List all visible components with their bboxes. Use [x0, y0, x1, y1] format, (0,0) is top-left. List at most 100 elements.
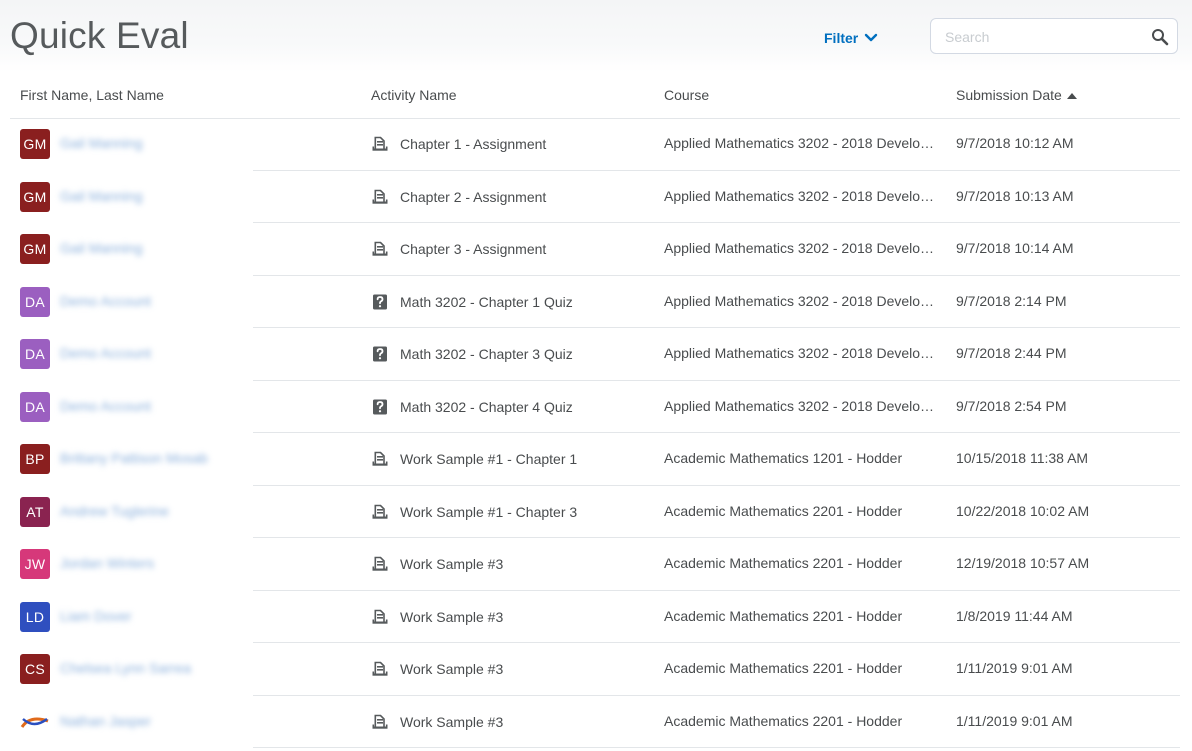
student-name-link[interactable]: Demo Account: [60, 398, 151, 414]
activity-name[interactable]: Work Sample #3: [400, 714, 503, 730]
assignment-icon: [371, 188, 389, 206]
submission-date: 12/19/2018 10:57 AM: [956, 555, 1090, 571]
column-header-name[interactable]: First Name, Last Name: [20, 87, 164, 103]
activity-name[interactable]: Chapter 2 - Assignment: [400, 189, 546, 205]
student-name-link[interactable]: Liam Dover: [60, 608, 132, 624]
table-header: First Name, Last Name Activity Name Cour…: [10, 80, 1180, 119]
column-header-submission-date[interactable]: Submission Date: [956, 87, 1077, 103]
student-name-link[interactable]: Gail Manning: [60, 240, 143, 256]
avatar-logo-image: [20, 706, 50, 737]
column-header-date-label: Submission Date: [956, 87, 1062, 103]
quiz-icon: [371, 293, 389, 311]
table-row[interactable]: GM Gail Manning Chapter 1 - Assignment Appl…: [10, 118, 1180, 171]
table-row[interactable]: JW Jordan Winters Work Sample #3 Academic M…: [10, 538, 1180, 591]
chevron-down-icon: [865, 33, 878, 42]
avatar: LD: [20, 601, 50, 632]
course-name: Applied Mathematics 3202 - 2018 Developm…: [664, 292, 939, 309]
sort-ascending-icon: [1066, 92, 1077, 99]
assignment-icon: [371, 660, 389, 678]
avatar: DA: [20, 339, 50, 369]
student-name-link[interactable]: Demo Account: [60, 293, 151, 309]
student-name-link[interactable]: Jordan Winters: [60, 555, 154, 571]
table-row[interactable]: GM Gail Manning Chapter 3 - Assignment Appl…: [10, 223, 1180, 276]
avatar: DA: [20, 286, 50, 317]
student-name-link[interactable]: Gail Manning: [60, 135, 143, 151]
course-name: Academic Mathematics 2201 - Hodder: [664, 607, 903, 624]
activity-name[interactable]: Work Sample #3: [400, 661, 503, 677]
course-name: Academic Mathematics 2201 - Hodder: [664, 660, 903, 676]
activity-name[interactable]: Math 3202 - Chapter 1 Quiz: [400, 294, 573, 310]
avatar: DA: [20, 391, 50, 422]
avatar: BP: [20, 444, 50, 474]
table-row[interactable]: Nathan Jasper Work Sample #3 Academic Math…: [10, 696, 1180, 749]
assignment-icon: [371, 450, 389, 468]
search-input[interactable]: [943, 19, 1147, 55]
avatar: GM: [20, 234, 50, 264]
course-name: Academic Mathematics 2201 - Hodder: [664, 555, 903, 571]
quiz-icon: [371, 398, 389, 416]
submission-date: 9/7/2018 2:14 PM: [956, 292, 1067, 309]
table-row[interactable]: DA Demo Account Math 3202 - Chapter 4 Quiz…: [10, 381, 1180, 434]
page-header: Quick Eval Filter: [0, 0, 1192, 72]
course-name: Applied Mathematics 3202 - 2018 Developm…: [664, 135, 939, 151]
activity-name[interactable]: Work Sample #3: [400, 609, 503, 625]
table-row[interactable]: CS Chelsea Lynn Sarrea Work Sample #3 Acade…: [10, 643, 1180, 696]
submission-date: 9/7/2018 2:54 PM: [956, 397, 1067, 414]
table-row[interactable]: GM Gail Manning Chapter 2 - Assignment Appl…: [10, 171, 1180, 224]
submission-date: 10/22/2018 10:02 AM: [956, 502, 1090, 519]
activity-name[interactable]: Math 3202 - Chapter 3 Quiz: [400, 346, 573, 362]
avatar: CS: [20, 654, 50, 684]
search-icon[interactable]: [1151, 28, 1169, 46]
student-name-link[interactable]: Andrew Tuglerine: [60, 503, 169, 519]
submission-date: 9/7/2018 2:44 PM: [956, 345, 1067, 361]
submission-date: 9/7/2018 10:14 AM: [956, 240, 1074, 256]
course-name: Academic Mathematics 2201 - Hodder: [664, 502, 903, 519]
table-row[interactable]: LD Liam Dover Work Sample #3 Academic Mathe…: [10, 591, 1180, 644]
avatar: GM: [20, 181, 50, 212]
table-row[interactable]: DA Demo Account Math 3202 - Chapter 1 Quiz…: [10, 276, 1180, 329]
student-name-link[interactable]: Brittany Pattison Mosab: [60, 450, 208, 466]
assignment-icon: [371, 555, 389, 573]
submission-date: 9/7/2018 10:13 AM: [956, 187, 1074, 204]
student-name-link[interactable]: Nathan Jasper: [60, 713, 151, 729]
submissions-list: GM Gail Manning Chapter 1 - Assignment Appl…: [10, 118, 1180, 748]
student-name-link[interactable]: Chelsea Lynn Sarrea: [60, 660, 191, 676]
submission-date: 1/11/2019 9:01 AM: [956, 712, 1073, 729]
table-row[interactable]: AT Andrew Tuglerine Work Sample #1 - Chapt…: [10, 486, 1180, 539]
avatar: JW: [20, 549, 50, 579]
submission-date: 1/11/2019 9:01 AM: [956, 660, 1073, 676]
filter-label: Filter: [824, 30, 859, 46]
assignment-icon: [371, 713, 389, 731]
submission-date: 1/8/2019 11:44 AM: [956, 607, 1073, 624]
course-name: Academic Mathematics 1201 - Hodder: [664, 450, 903, 466]
course-name: Applied Mathematics 3202 - 2018 Developm…: [664, 345, 939, 361]
course-name: Applied Mathematics 3202 - 2018 Developm…: [664, 397, 939, 414]
student-name-link[interactable]: Demo Account: [60, 345, 151, 361]
page-title: Quick Eval: [10, 15, 189, 56]
assignment-icon: [371, 135, 389, 153]
table-row[interactable]: BP Brittany Pattison Mosab Work Sample #1 …: [10, 433, 1180, 486]
activity-name[interactable]: Work Sample #1 - Chapter 3: [400, 504, 577, 520]
course-name: Academic Mathematics 2201 - Hodder: [664, 712, 903, 729]
course-name: Applied Mathematics 3202 - 2018 Developm…: [664, 240, 939, 256]
quiz-icon: [371, 345, 389, 363]
activity-name[interactable]: Work Sample #1 - Chapter 1: [400, 451, 577, 467]
table-row[interactable]: DA Demo Account Math 3202 - Chapter 3 Quiz…: [10, 328, 1180, 381]
student-name-link[interactable]: Gail Manning: [60, 188, 143, 204]
filter-button[interactable]: Filter: [824, 28, 878, 48]
activity-name[interactable]: Math 3202 - Chapter 4 Quiz: [400, 399, 573, 415]
assignment-icon: [371, 608, 389, 626]
avatar: GM: [20, 129, 50, 159]
course-name: Applied Mathematics 3202 - 2018 Developm…: [664, 187, 939, 204]
assignment-icon: [371, 503, 389, 521]
assignment-icon: [371, 240, 389, 258]
search-box: [930, 18, 1178, 55]
submission-date: 9/7/2018 10:12 AM: [956, 135, 1074, 151]
activity-name[interactable]: Chapter 1 - Assignment: [400, 136, 546, 152]
submission-date: 10/15/2018 11:38 AM: [956, 450, 1089, 466]
column-header-course[interactable]: Course: [664, 87, 709, 103]
avatar: AT: [20, 496, 50, 527]
activity-name[interactable]: Chapter 3 - Assignment: [400, 241, 546, 257]
column-header-activity[interactable]: Activity Name: [371, 87, 457, 103]
activity-name[interactable]: Work Sample #3: [400, 556, 503, 572]
